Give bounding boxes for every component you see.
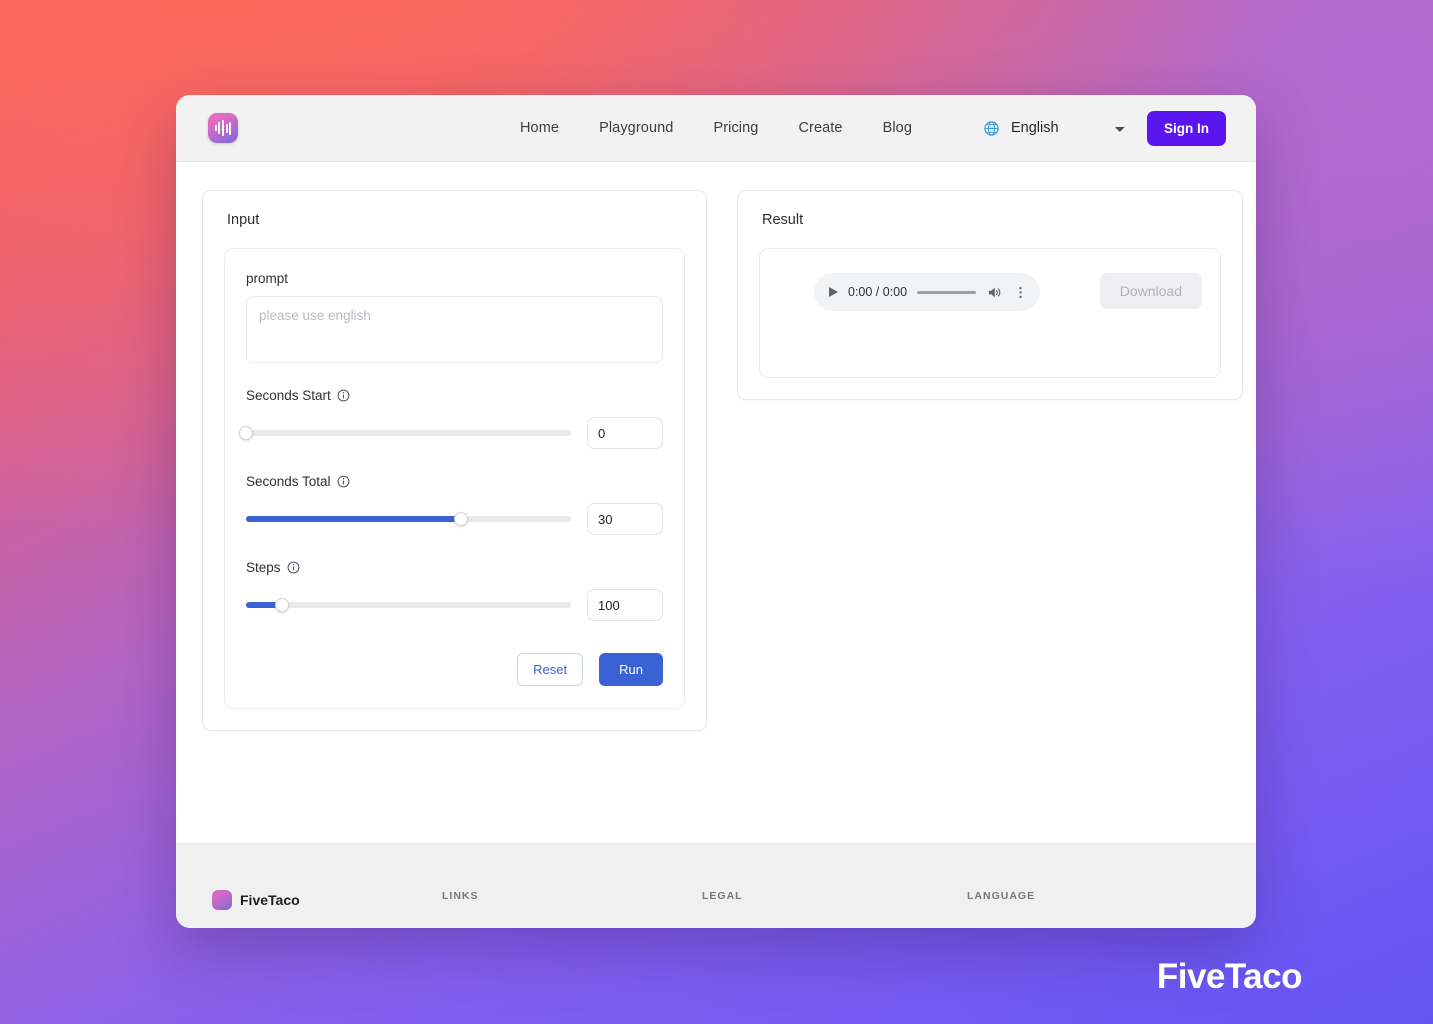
footer-column-links: LINKS: [442, 890, 702, 902]
result-panel-title: Result: [762, 212, 804, 228]
site-header: Home Playground Pricing Create Blog Engl…: [176, 95, 1256, 162]
steps-label: Steps: [246, 560, 281, 575]
info-icon[interactable]: [287, 561, 300, 574]
header-right-group: English Sign In: [983, 110, 1226, 146]
seconds-total-slider-fill: [246, 516, 461, 522]
fivetaco-watermark: FiveTaco: [1156, 957, 1303, 996]
input-form-card: prompt Seconds Start: [224, 248, 685, 709]
steps-label-row: Steps: [246, 560, 663, 575]
input-panel-title: Input: [227, 212, 260, 228]
footer-column-legal: LEGAL: [702, 890, 967, 902]
download-button[interactable]: Download: [1099, 273, 1202, 309]
seconds-start-label: Seconds Start: [246, 388, 331, 403]
seconds-start-slider-knob[interactable]: [239, 426, 253, 440]
steps-row: [246, 589, 663, 621]
volume-icon[interactable]: [986, 284, 1003, 301]
play-icon[interactable]: [829, 287, 838, 297]
info-icon[interactable]: [337, 389, 350, 402]
steps-number-input[interactable]: [587, 589, 663, 621]
nav-link-blog[interactable]: Blog: [883, 120, 912, 136]
seconds-start-slider[interactable]: [239, 426, 571, 440]
audio-progress-bar[interactable]: [917, 290, 976, 294]
audio-time-display: 0:00 / 0:00: [848, 285, 908, 299]
reset-button[interactable]: Reset: [517, 653, 584, 686]
globe-icon: [984, 120, 999, 136]
steps-slider-knob[interactable]: [274, 598, 289, 612]
footer-brand-name: FiveTaco: [240, 892, 300, 908]
seconds-total-number-input[interactable]: [587, 503, 663, 535]
audio-player[interactable]: 0:00 / 0:00: [814, 273, 1040, 311]
language-selector-group: English: [983, 115, 1133, 141]
footer-column-language: LANGUAGE: [967, 890, 1035, 902]
sign-in-button[interactable]: Sign In: [1147, 110, 1226, 146]
steps-slider[interactable]: [246, 598, 571, 612]
waveform-bar: [221, 120, 225, 136]
input-actions-row: Reset Run: [246, 653, 663, 686]
audio-waveform-logo[interactable]: [208, 113, 238, 143]
waveform-bar: [229, 121, 232, 135]
seconds-total-label: Seconds Total: [246, 474, 331, 489]
seconds-start-number-input[interactable]: [587, 417, 663, 449]
waveform-bar: [225, 123, 228, 133]
nav-link-playground[interactable]: Playground: [599, 120, 673, 136]
waveform-bar: [214, 125, 217, 131]
page-body: Input prompt Seconds Start: [176, 162, 1256, 843]
seconds-total-row: [246, 503, 663, 535]
result-content-card: 0:00 / 0:00 Download: [759, 248, 1221, 378]
footer-brand: FiveTaco: [212, 890, 442, 910]
prompt-input[interactable]: [246, 296, 663, 363]
run-button[interactable]: Run: [599, 653, 663, 686]
seconds-total-slider-knob[interactable]: [453, 512, 468, 526]
footer-heading-language: LANGUAGE: [967, 890, 1036, 902]
nav-link-pricing[interactable]: Pricing: [713, 120, 758, 136]
seconds-start-row: [239, 417, 663, 449]
footer-logo-icon: [212, 890, 232, 910]
seconds-start-label-row: Seconds Start: [246, 388, 663, 403]
nav-link-home[interactable]: Home: [520, 120, 559, 136]
nav-link-create[interactable]: Create: [798, 120, 842, 136]
main-nav: Home Playground Pricing Create Blog: [520, 120, 912, 136]
more-vertical-icon[interactable]: [1013, 284, 1028, 301]
seconds-total-slider[interactable]: [246, 512, 571, 526]
waveform-bar: [218, 122, 221, 134]
language-select[interactable]: English: [1009, 115, 1133, 141]
input-panel: Input prompt Seconds Start: [202, 190, 707, 731]
footer-heading-legal: LEGAL: [702, 890, 743, 902]
result-panel: Result 0:00 / 0:00 Download: [737, 190, 1243, 400]
prompt-label: prompt: [246, 271, 289, 286]
footer-heading-links: LINKS: [442, 890, 479, 902]
seconds-total-label-row: Seconds Total: [246, 474, 663, 489]
app-window: Home Playground Pricing Create Blog Engl…: [176, 95, 1256, 928]
info-icon[interactable]: [337, 475, 350, 488]
site-footer: FiveTaco LINKS LEGAL LANGUAGE: [176, 843, 1256, 928]
